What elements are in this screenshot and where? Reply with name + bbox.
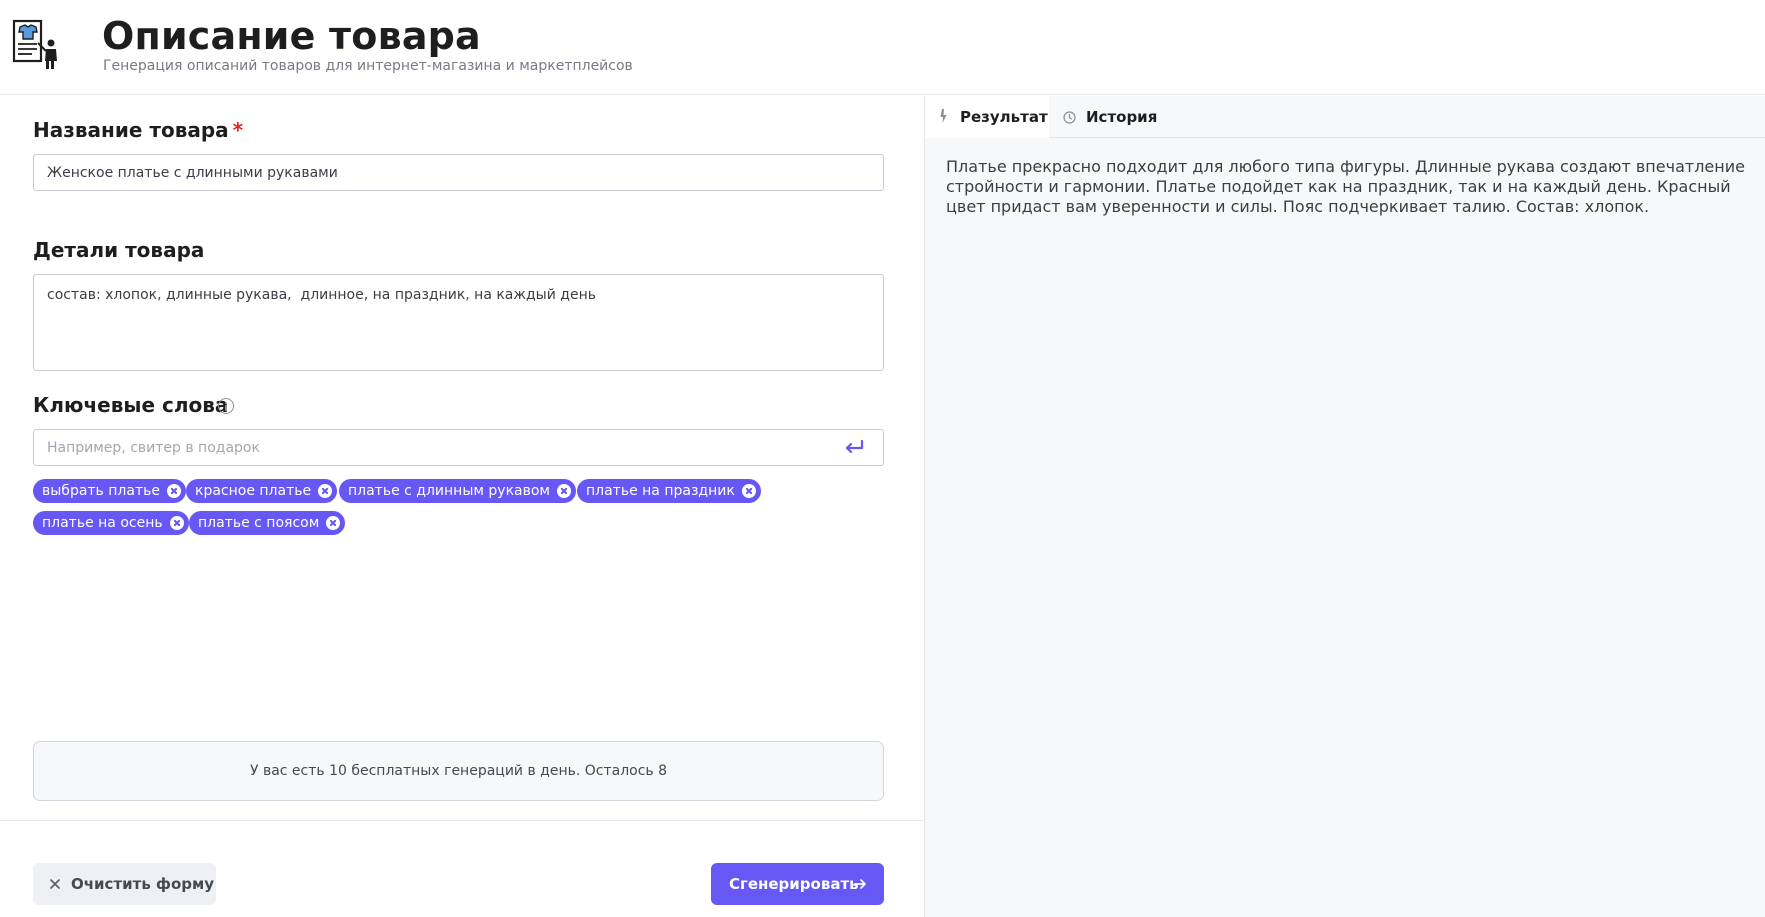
clock-icon — [1063, 111, 1076, 124]
lightning-icon — [940, 109, 947, 123]
clear-form-button[interactable]: Очистить форму — [33, 863, 216, 905]
tab-result[interactable]: Результат — [925, 96, 1049, 138]
generate-button[interactable]: Сгенерировать — [711, 863, 884, 905]
page-title: Описание товара — [102, 14, 481, 58]
tab-result-label: Результат — [960, 108, 1048, 126]
arrow-right-icon — [854, 879, 866, 889]
keyword-chip: платье на осень — [33, 511, 189, 535]
product-details-label: Детали товара — [33, 238, 205, 262]
enter-icon[interactable] — [843, 437, 865, 457]
generate-label: Сгенерировать — [729, 875, 859, 893]
free-generations-notice: У вас есть 10 бесплатных генераций в ден… — [33, 741, 884, 801]
close-icon — [50, 879, 60, 889]
keywords-input[interactable] — [33, 429, 884, 466]
chip-label: платье с поясом — [198, 515, 320, 531]
result-text: Платье прекрасно подходит для любого тип… — [946, 157, 1745, 216]
clear-form-label: Очистить форму — [71, 875, 215, 893]
product-name-label-text: Название товара — [33, 118, 229, 142]
product-details-input[interactable]: состав: хлопок, длинные рукава, длинное,… — [33, 274, 884, 371]
keyword-chip: красное платье — [186, 479, 338, 503]
keyword-chip: платье с длинным рукавом — [339, 479, 576, 503]
keywords-label: Ключевые слова — [33, 393, 229, 417]
chip-remove-icon[interactable] — [318, 484, 333, 498]
chip-label: платье с длинным рукавом — [348, 483, 550, 499]
divider — [0, 820, 924, 821]
chip-remove-icon[interactable] — [169, 516, 184, 530]
result-panel: Результат История Платье прекрасно подхо… — [924, 96, 1765, 917]
page-header: Описание товара Генерация описаний товар… — [0, 0, 1765, 95]
keyword-chip: платье с поясом — [189, 511, 346, 535]
chip-remove-icon[interactable] — [556, 484, 571, 498]
keyword-chip: выбрать платье — [33, 479, 186, 503]
required-mark: * — [232, 118, 244, 142]
chip-remove-icon[interactable] — [326, 516, 341, 530]
info-icon[interactable] — [218, 398, 234, 414]
product-name-label: Название товара * — [33, 118, 243, 142]
chip-label: красное платье — [195, 483, 312, 499]
keyword-chip: платье на праздник — [577, 479, 761, 503]
chip-label: выбрать платье — [42, 483, 160, 499]
product-description-icon — [12, 19, 57, 69]
result-tabs: Результат История — [925, 96, 1765, 138]
tab-history-label: История — [1086, 108, 1158, 126]
chip-label: платье на праздник — [586, 483, 735, 499]
product-name-input[interactable] — [33, 154, 884, 191]
tab-history[interactable]: История — [1049, 96, 1169, 138]
chip-remove-icon[interactable] — [741, 484, 756, 498]
page-subtitle: Генерация описаний товаров для интернет-… — [103, 58, 633, 74]
chip-remove-icon[interactable] — [166, 484, 181, 498]
chip-label: платье на осень — [42, 515, 163, 531]
form-panel: Название товара* Детали товара состав: х… — [0, 96, 924, 917]
